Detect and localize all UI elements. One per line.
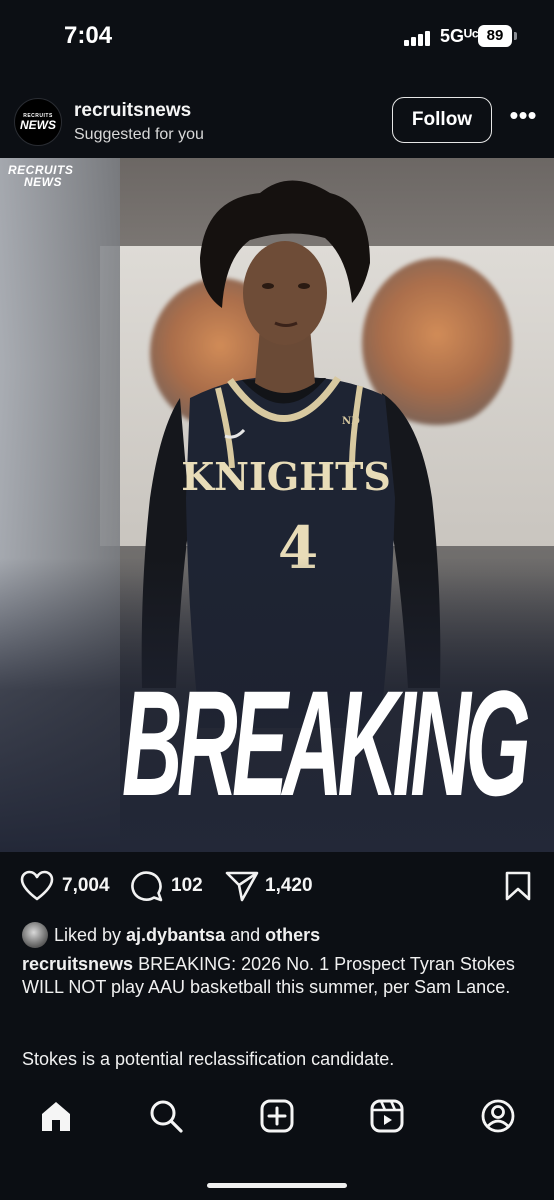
bottom-nav	[0, 1080, 554, 1200]
watermark-line2: NEWS	[24, 175, 62, 189]
status-bar: 7:04 5Gᵁᶜ 89	[0, 0, 554, 72]
nav-search[interactable]	[148, 1098, 184, 1134]
player-eye-right	[298, 283, 310, 289]
network-type: 5Gᵁᶜ	[440, 26, 479, 46]
liked-others[interactable]: others	[265, 925, 320, 945]
nd-logo: ND	[342, 416, 360, 427]
more-options-icon[interactable]: •••	[508, 102, 538, 130]
home-icon	[42, 1102, 70, 1131]
avatar[interactable]: RECRUITS NEWS	[14, 98, 62, 146]
nav-home[interactable]	[38, 1098, 74, 1134]
jersey-text: KNIGHTS	[181, 454, 391, 499]
share-count[interactable]: 1,420	[265, 875, 313, 897]
liked-by-row[interactable]: Liked by aj.dybantsa and others	[22, 922, 542, 948]
player-face	[243, 241, 327, 345]
caption: recruitsnews BREAKING: 2026 No. 1 Prospe…	[22, 953, 534, 999]
liked-by-avatar	[22, 922, 48, 948]
liked-by-text: Liked by aj.dybantsa and others	[54, 925, 320, 946]
heart-icon	[20, 870, 54, 901]
liked-user[interactable]: aj.dybantsa	[126, 925, 225, 945]
username[interactable]: recruitsnews	[74, 100, 191, 122]
comment-count[interactable]: 102	[171, 875, 203, 897]
home-indicator[interactable]	[207, 1183, 347, 1188]
status-time: 7:04	[64, 22, 113, 49]
signal-icon	[404, 30, 434, 46]
like-count[interactable]: 7,004	[62, 875, 110, 897]
send-icon	[225, 871, 259, 902]
post-image[interactable]: ND KNIGHTS 4 RECRUITS NEWS BREAKING	[0, 158, 554, 852]
save-button[interactable]	[504, 870, 532, 901]
post-header: RECRUITS NEWS recruitsnews Suggested for…	[0, 86, 554, 158]
share-button[interactable]	[224, 870, 260, 902]
like-button[interactable]	[20, 870, 56, 901]
nav-profile[interactable]	[480, 1098, 516, 1134]
watermark-logo: RECRUITS NEWS	[8, 164, 98, 188]
create-icon	[260, 1099, 294, 1133]
action-bar: 7,004 102 1,420	[0, 860, 554, 912]
caption-author[interactable]: recruitsnews	[22, 954, 133, 974]
search-icon	[150, 1100, 183, 1133]
battery-tip	[514, 32, 517, 40]
liked-mid: and	[225, 925, 266, 945]
comment-button[interactable]	[130, 870, 164, 902]
reels-icon	[370, 1099, 404, 1133]
breaking-headline: BREAKING	[121, 659, 531, 827]
caption-second-paragraph: Stokes is a potential reclassification c…	[22, 1049, 395, 1069]
nav-create[interactable]	[259, 1098, 295, 1134]
comment-icon	[131, 871, 163, 902]
liked-prefix: Liked by	[54, 925, 127, 945]
profile-icon	[481, 1099, 515, 1133]
nav-reels[interactable]	[369, 1098, 405, 1134]
suggested-label: Suggested for you	[74, 126, 204, 143]
battery-icon: 89	[478, 25, 512, 47]
follow-button[interactable]: Follow	[392, 97, 492, 143]
avatar-line2: NEWS	[20, 118, 56, 132]
player-eye-left	[262, 283, 274, 289]
bookmark-icon	[505, 871, 531, 901]
